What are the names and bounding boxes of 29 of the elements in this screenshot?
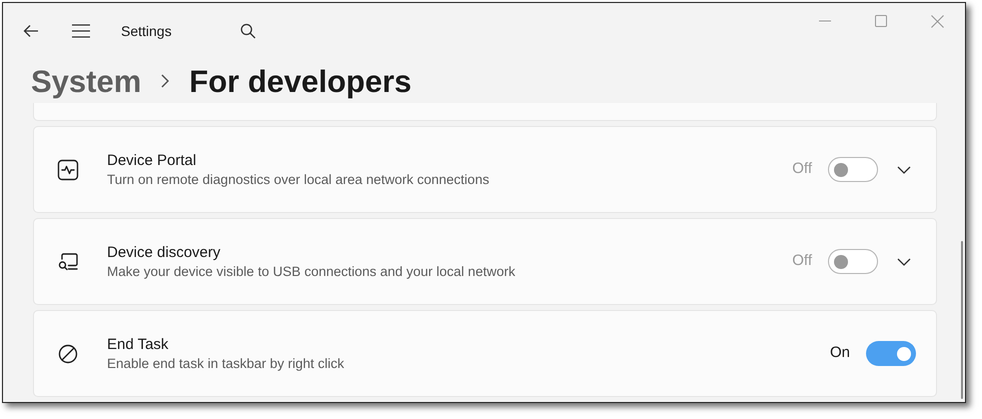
setting-description: Make your device visible to USB connections and your local network [107,262,516,280]
chevron-down-icon [897,166,911,174]
search-icon [240,23,256,39]
toggle-state-label: Off [792,251,812,272]
pulse-monitor-icon [56,158,80,182]
breadcrumb-link[interactable]: System [31,66,142,96]
toggle-switch[interactable] [828,157,878,182]
setting-title: End Task [107,334,170,354]
setting-row[interactable]: Device discovery Make your device visible to USB connections and your local network Off [33,218,937,305]
minimize-icon [819,20,831,22]
chevron-down-icon [897,258,911,266]
scrollbar[interactable] [961,241,963,399]
setting-title: Device discovery [107,242,222,262]
toggle-state-label: Off [792,159,812,180]
window-title: Settings [121,22,172,41]
menu-icon [71,24,91,38]
page-title: For developers [189,66,412,96]
back-arrow-icon [23,23,39,39]
setting-title: Device Portal [107,150,198,170]
setting-description: Turn on remote diagnostics over local area network connections [107,170,490,188]
setting-row[interactable]: Device Portal Turn on remote diagnostics over local area network connections Off [33,126,937,213]
chevron-right-icon [161,74,170,88]
setting-row[interactable]: End Task Enable end task in taskbar by right click On [33,310,937,397]
toggle-state-label: On [830,343,850,364]
close-icon [930,14,944,28]
maximize-icon [875,15,887,27]
toggle-switch[interactable] [866,341,916,366]
setting-description: Enable end task in taskbar by right click [107,354,344,372]
toggle-switch[interactable] [828,249,878,274]
